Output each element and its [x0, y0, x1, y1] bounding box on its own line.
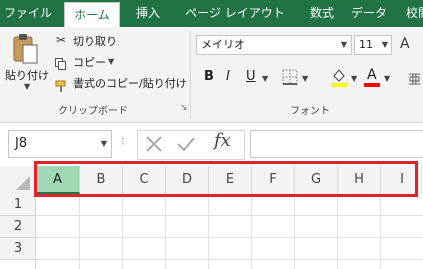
clipboard-launcher-icon[interactable]: ↘	[180, 103, 188, 113]
tab-home[interactable]: ホーム	[64, 2, 120, 27]
italic-button[interactable]: I	[226, 69, 230, 84]
font-size-value: 11	[359, 38, 373, 51]
clipboard-group-label: クリップボード	[58, 106, 128, 117]
font-color-button[interactable]: A	[367, 67, 377, 83]
underline-dropdown-icon[interactable]: ▼	[262, 74, 268, 83]
font-color-swatch	[364, 83, 380, 87]
tab-formulas[interactable]: 数式	[300, 0, 344, 27]
gridline	[251, 194, 252, 269]
font-group-label: フォント	[290, 106, 330, 117]
gridline	[208, 194, 209, 269]
enter-check-icon[interactable]	[176, 135, 196, 153]
paste-icon[interactable]	[10, 33, 40, 65]
font-name-select[interactable]: メイリオ ▼	[196, 35, 352, 55]
name-box-value: J8	[15, 136, 28, 151]
gridline	[122, 194, 123, 269]
format-painter-button[interactable]: 書式のコピー/貼り付け	[73, 75, 187, 91]
gridline	[36, 259, 423, 260]
gridline	[79, 194, 80, 269]
insert-function-button[interactable]: fx	[214, 130, 231, 151]
font-color-dropdown-icon[interactable]: ▼	[384, 74, 390, 83]
formula-bar-handle-icon: ⁝	[121, 135, 125, 148]
tab-page-layout[interactable]: ページ レイアウト	[176, 0, 294, 27]
phonetic-icon[interactable]: 亜	[408, 69, 421, 88]
name-box[interactable]: J8 ▼	[8, 130, 112, 158]
ribbon-tab-bar: ファイル ホーム 挿入 ページ レイアウト 数式 データ 校閲	[0, 0, 423, 27]
copy-button[interactable]: コピー	[73, 54, 106, 70]
tab-file[interactable]: ファイル	[0, 0, 56, 27]
borders-dropdown-icon[interactable]: ▼	[302, 74, 308, 83]
name-box-dropdown-icon[interactable]: ▼	[101, 131, 107, 157]
formula-bar: J8 ▼ ⁝ fx	[0, 123, 423, 163]
gridline	[337, 194, 338, 269]
format-painter-icon	[55, 77, 69, 92]
gridline	[165, 194, 166, 269]
font-name-value: メイリオ	[201, 38, 245, 51]
cut-icon: ✂	[56, 33, 67, 47]
row-header-3[interactable]: 3	[0, 238, 36, 260]
ribbon: 貼り付け ▼ ✂ 切り取り コピー ▼ 書式のコピー/貼り付け クリップボード …	[0, 27, 423, 123]
copy-dropdown-icon[interactable]: ▼	[108, 57, 114, 66]
paste-dropdown-icon[interactable]: ▼	[24, 82, 30, 91]
gridline	[36, 237, 423, 238]
borders-icon[interactable]	[282, 69, 298, 85]
tab-data[interactable]: データ	[344, 0, 394, 27]
column-header-highlight	[34, 161, 418, 197]
underline-button[interactable]: U	[246, 69, 256, 84]
tab-review[interactable]: 校閲	[398, 0, 423, 27]
cut-button[interactable]: 切り取り	[73, 33, 117, 49]
row-header-1[interactable]: 1	[0, 194, 36, 216]
gridline	[36, 215, 423, 216]
row-header-2[interactable]: 2	[0, 216, 36, 238]
formula-input[interactable]	[250, 130, 423, 158]
font-size-dropdown-icon[interactable]: ▼	[382, 36, 388, 54]
row-header-border	[35, 194, 36, 269]
fill-color-icon[interactable]	[330, 67, 348, 87]
font-name-dropdown-icon[interactable]: ▼	[341, 36, 347, 54]
font-size-select[interactable]: 11 ▼	[354, 35, 392, 55]
select-all-corner[interactable]	[0, 166, 36, 194]
tab-insert[interactable]: 挿入	[126, 0, 170, 27]
ribbon-separator	[190, 31, 191, 119]
fill-color-dropdown-icon[interactable]: ▼	[351, 74, 357, 83]
gridline	[294, 194, 295, 269]
gridline	[380, 194, 381, 269]
paste-button[interactable]: 貼り付け	[5, 67, 49, 83]
bold-button[interactable]: B	[204, 69, 214, 84]
cancel-icon[interactable]	[145, 135, 163, 153]
copy-icon	[55, 55, 67, 70]
grow-font-button[interactable]: A	[400, 36, 410, 52]
